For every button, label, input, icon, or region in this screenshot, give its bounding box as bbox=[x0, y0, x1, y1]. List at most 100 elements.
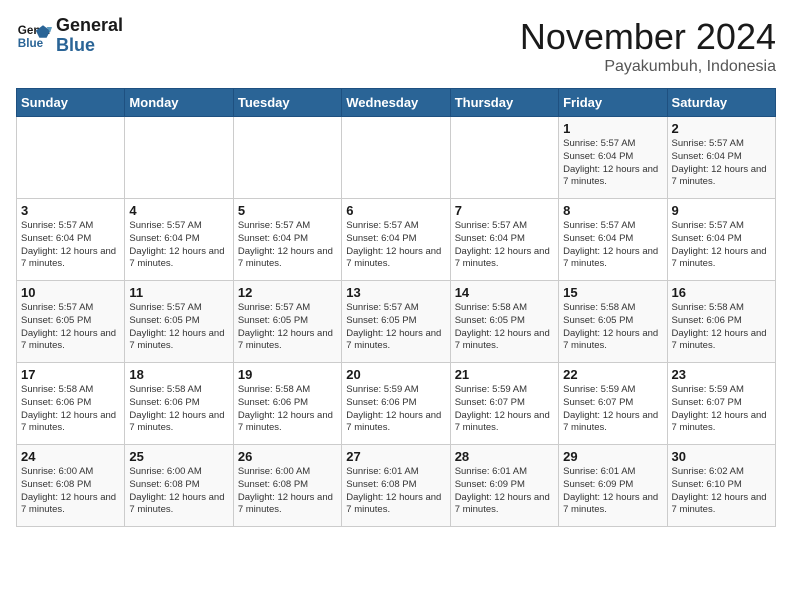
calendar-cell: 20 Sunrise: 5:59 AM Sunset: 6:06 PM Dayli… bbox=[342, 363, 450, 445]
day-info: Sunrise: 5:59 AM Sunset: 6:06 PM Dayligh… bbox=[346, 384, 445, 435]
calendar-cell: 17 Sunrise: 5:58 AM Sunset: 6:06 PM Dayli… bbox=[17, 363, 125, 445]
day-number: 2 bbox=[672, 121, 771, 136]
calendar-cell: 14Sunrise: 5:58 AM Sunset: 6:05 PM Dayli… bbox=[450, 281, 558, 363]
day-info: Sunrise: 6:01 AM Sunset: 6:08 PM Dayligh… bbox=[346, 466, 445, 517]
day-info: Sunrise: 5:57 AM Sunset: 6:04 PM Dayligh… bbox=[346, 220, 445, 271]
calendar-subtitle: Payakumbuh, Indonesia bbox=[520, 58, 776, 76]
day-number: 21 bbox=[455, 367, 554, 382]
day-info: Sunrise: 6:01 AM Sunset: 6:09 PM Dayligh… bbox=[563, 466, 662, 517]
day-number: 26 bbox=[238, 449, 337, 464]
week-row-4: 17 Sunrise: 5:58 AM Sunset: 6:06 PM Dayli… bbox=[17, 363, 776, 445]
day-number: 22 bbox=[563, 367, 662, 382]
header-day-wednesday: Wednesday bbox=[342, 89, 450, 117]
title-block: November 2024 Payakumbuh, Indonesia bbox=[520, 16, 776, 76]
day-info: Sunrise: 5:57 AM Sunset: 6:05 PM Dayligh… bbox=[346, 302, 445, 353]
calendar-title: November 2024 bbox=[520, 16, 776, 58]
day-info: Sunrise: 5:58 AM Sunset: 6:06 PM Dayligh… bbox=[238, 384, 337, 435]
day-info: Sunrise: 5:57 AM Sunset: 6:04 PM Dayligh… bbox=[21, 220, 120, 271]
day-info: Sunrise: 5:58 AM Sunset: 6:06 PM Dayligh… bbox=[672, 302, 771, 353]
calendar-cell: 9 Sunrise: 5:57 AM Sunset: 6:04 PM Daylig… bbox=[667, 199, 775, 281]
header-day-friday: Friday bbox=[559, 89, 667, 117]
calendar-cell: 28 Sunrise: 6:01 AM Sunset: 6:09 PM Dayli… bbox=[450, 445, 558, 527]
header-day-thursday: Thursday bbox=[450, 89, 558, 117]
day-info: Sunrise: 6:02 AM Sunset: 6:10 PM Dayligh… bbox=[672, 466, 771, 517]
day-info: Sunrise: 6:01 AM Sunset: 6:09 PM Dayligh… bbox=[455, 466, 554, 517]
calendar-cell: 23 Sunrise: 5:59 AM Sunset: 6:07 PM Dayli… bbox=[667, 363, 775, 445]
calendar-cell: 27Sunrise: 6:01 AM Sunset: 6:08 PM Dayli… bbox=[342, 445, 450, 527]
day-info: Sunrise: 5:57 AM Sunset: 6:05 PM Dayligh… bbox=[129, 302, 228, 353]
calendar-cell: 19 Sunrise: 5:58 AM Sunset: 6:06 PM Dayli… bbox=[233, 363, 341, 445]
day-number: 24 bbox=[21, 449, 120, 464]
calendar-cell: 15 Sunrise: 5:58 AM Sunset: 6:05 PM Dayli… bbox=[559, 281, 667, 363]
day-number: 28 bbox=[455, 449, 554, 464]
logo-text-line2: Blue bbox=[56, 36, 123, 56]
calendar-cell: 25Sunrise: 6:00 AM Sunset: 6:08 PM Dayli… bbox=[125, 445, 233, 527]
day-number: 20 bbox=[346, 367, 445, 382]
calendar-cell: 11 Sunrise: 5:57 AM Sunset: 6:05 PM Dayli… bbox=[125, 281, 233, 363]
calendar-cell: 22 Sunrise: 5:59 AM Sunset: 6:07 PM Dayli… bbox=[559, 363, 667, 445]
day-info: Sunrise: 5:58 AM Sunset: 6:06 PM Dayligh… bbox=[21, 384, 120, 435]
calendar-cell: 13Sunrise: 5:57 AM Sunset: 6:05 PM Dayli… bbox=[342, 281, 450, 363]
week-row-5: 24 Sunrise: 6:00 AM Sunset: 6:08 PM Dayli… bbox=[17, 445, 776, 527]
day-info: Sunrise: 5:59 AM Sunset: 6:07 PM Dayligh… bbox=[563, 384, 662, 435]
day-number: 19 bbox=[238, 367, 337, 382]
day-info: Sunrise: 5:57 AM Sunset: 6:04 PM Dayligh… bbox=[672, 138, 771, 189]
logo-text-line1: General bbox=[56, 16, 123, 36]
day-info: Sunrise: 5:58 AM Sunset: 6:05 PM Dayligh… bbox=[455, 302, 554, 353]
calendar-cell: 26 Sunrise: 6:00 AM Sunset: 6:08 PM Dayli… bbox=[233, 445, 341, 527]
day-info: Sunrise: 5:57 AM Sunset: 6:05 PM Dayligh… bbox=[21, 302, 120, 353]
calendar-cell bbox=[125, 117, 233, 199]
day-number: 11 bbox=[129, 285, 228, 300]
day-number: 30 bbox=[672, 449, 771, 464]
day-info: Sunrise: 5:57 AM Sunset: 6:04 PM Dayligh… bbox=[672, 220, 771, 271]
logo-icon: General Blue bbox=[16, 18, 52, 54]
day-number: 4 bbox=[129, 203, 228, 218]
day-info: Sunrise: 5:58 AM Sunset: 6:06 PM Dayligh… bbox=[129, 384, 228, 435]
calendar-cell bbox=[450, 117, 558, 199]
day-number: 23 bbox=[672, 367, 771, 382]
calendar-cell: 8 Sunrise: 5:57 AM Sunset: 6:04 PM Daylig… bbox=[559, 199, 667, 281]
day-number: 18 bbox=[129, 367, 228, 382]
calendar-cell: 29Sunrise: 6:01 AM Sunset: 6:09 PM Dayli… bbox=[559, 445, 667, 527]
header-day-sunday: Sunday bbox=[17, 89, 125, 117]
calendar-cell: 7 Sunrise: 5:57 AM Sunset: 6:04 PM Daylig… bbox=[450, 199, 558, 281]
calendar-cell: 4 Sunrise: 5:57 AM Sunset: 6:04 PM Daylig… bbox=[125, 199, 233, 281]
day-info: Sunrise: 5:57 AM Sunset: 6:04 PM Dayligh… bbox=[563, 220, 662, 271]
week-row-3: 10 Sunrise: 5:57 AM Sunset: 6:05 PM Dayli… bbox=[17, 281, 776, 363]
day-number: 3 bbox=[21, 203, 120, 218]
calendar-header: SundayMondayTuesdayWednesdayThursdayFrid… bbox=[17, 89, 776, 117]
logo: General Blue General Blue bbox=[16, 16, 123, 56]
calendar-cell: 21Sunrise: 5:59 AM Sunset: 6:07 PM Dayli… bbox=[450, 363, 558, 445]
day-number: 25 bbox=[129, 449, 228, 464]
week-row-2: 3 Sunrise: 5:57 AM Sunset: 6:04 PM Daylig… bbox=[17, 199, 776, 281]
page-header: General Blue General Blue November 2024 … bbox=[16, 16, 776, 76]
day-number: 16 bbox=[672, 285, 771, 300]
calendar-cell: 30 Sunrise: 6:02 AM Sunset: 6:10 PM Dayli… bbox=[667, 445, 775, 527]
header-day-monday: Monday bbox=[125, 89, 233, 117]
day-info: Sunrise: 5:57 AM Sunset: 6:04 PM Dayligh… bbox=[563, 138, 662, 189]
calendar-cell: 6 Sunrise: 5:57 AM Sunset: 6:04 PM Daylig… bbox=[342, 199, 450, 281]
day-info: Sunrise: 5:57 AM Sunset: 6:04 PM Dayligh… bbox=[129, 220, 228, 271]
day-number: 15 bbox=[563, 285, 662, 300]
header-row: SundayMondayTuesdayWednesdayThursdayFrid… bbox=[17, 89, 776, 117]
day-info: Sunrise: 5:59 AM Sunset: 6:07 PM Dayligh… bbox=[672, 384, 771, 435]
calendar-body: 1 Sunrise: 5:57 AM Sunset: 6:04 PM Daylig… bbox=[17, 117, 776, 527]
calendar-cell: 18 Sunrise: 5:58 AM Sunset: 6:06 PM Dayli… bbox=[125, 363, 233, 445]
day-number: 7 bbox=[455, 203, 554, 218]
day-number: 8 bbox=[563, 203, 662, 218]
week-row-1: 1 Sunrise: 5:57 AM Sunset: 6:04 PM Daylig… bbox=[17, 117, 776, 199]
day-number: 10 bbox=[21, 285, 120, 300]
day-info: Sunrise: 5:57 AM Sunset: 6:05 PM Dayligh… bbox=[238, 302, 337, 353]
day-number: 9 bbox=[672, 203, 771, 218]
day-info: Sunrise: 6:00 AM Sunset: 6:08 PM Dayligh… bbox=[238, 466, 337, 517]
calendar-cell: 10 Sunrise: 5:57 AM Sunset: 6:05 PM Dayli… bbox=[17, 281, 125, 363]
day-number: 1 bbox=[563, 121, 662, 136]
calendar-cell: 3 Sunrise: 5:57 AM Sunset: 6:04 PM Daylig… bbox=[17, 199, 125, 281]
calendar-cell: 2 Sunrise: 5:57 AM Sunset: 6:04 PM Daylig… bbox=[667, 117, 775, 199]
calendar-cell bbox=[342, 117, 450, 199]
day-number: 17 bbox=[21, 367, 120, 382]
day-info: Sunrise: 5:58 AM Sunset: 6:05 PM Dayligh… bbox=[563, 302, 662, 353]
day-number: 12 bbox=[238, 285, 337, 300]
day-info: Sunrise: 5:57 AM Sunset: 6:04 PM Dayligh… bbox=[455, 220, 554, 271]
day-number: 6 bbox=[346, 203, 445, 218]
